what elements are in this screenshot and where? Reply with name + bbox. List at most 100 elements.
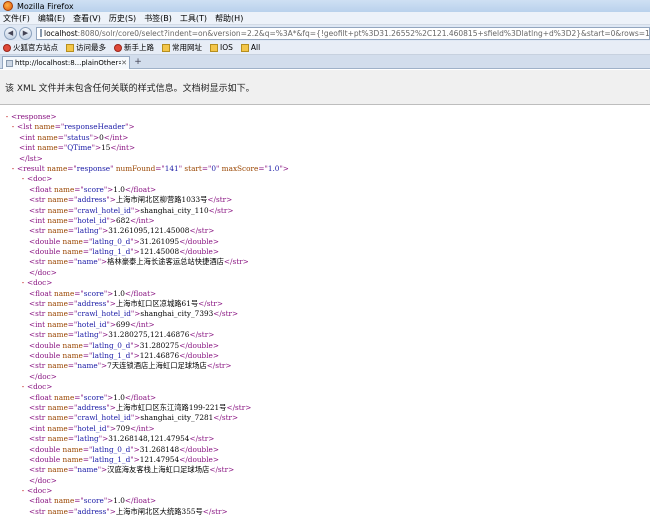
bookmark-firefox-official[interactable]: 火狐官方站点 — [3, 42, 58, 53]
xml-attr-name: name — [47, 309, 68, 319]
xml-line: <str name="latlng">31.268148,121.47954</… — [0, 434, 650, 444]
xml-tag: <str — [29, 413, 46, 423]
xml-tag: </int> — [129, 423, 155, 433]
xml-attr-name: name — [54, 392, 75, 402]
folder-icon — [66, 43, 74, 52]
xml-attr-name: name — [34, 122, 55, 132]
xml-line: - <doc> — [0, 382, 650, 392]
xml-tag: <double — [29, 454, 61, 464]
xml-attr-name: name — [47, 465, 68, 475]
xml-attr-name: name — [47, 423, 68, 433]
collapse-toggle-icon[interactable]: - — [9, 122, 17, 132]
xml-attr-value: crawl_hotel_id — [77, 309, 131, 319]
xml-attr-name: name — [62, 236, 83, 246]
xml-tag: <doc — [27, 278, 47, 288]
xml-tag: <doc — [27, 174, 47, 184]
xml-punct: > — [282, 163, 289, 173]
xml-tag: </str> — [213, 413, 239, 423]
xml-tag: </double> — [179, 247, 219, 257]
forward-button[interactable]: ▶ — [19, 26, 32, 40]
xml-punct: > — [128, 122, 135, 132]
bookmark-all[interactable]: All — [240, 43, 260, 52]
bookmark-label: 访问最多 — [76, 43, 106, 52]
collapse-toggle-icon[interactable]: - — [19, 382, 27, 392]
xml-attr-value: 141 — [164, 163, 179, 173]
xml-line: - <result name="response" numFound="141" … — [0, 164, 650, 174]
xml-line: <int name="hotel_id">699</int> — [0, 320, 650, 330]
xml-punct: =" — [67, 299, 78, 309]
menu-bookmarks[interactable]: 书签(B) — [144, 13, 172, 24]
xml-punct: =" — [67, 434, 78, 444]
url-bar[interactable]: localhost:8080/solr/core0/select?indent=… — [36, 26, 650, 40]
xml-tag: <str — [29, 205, 46, 215]
xml-attr-value: 1.0 — [267, 163, 280, 173]
bookmark-getting-started[interactable]: 新手上路 — [114, 42, 154, 53]
xml-tag: </double> — [179, 350, 219, 360]
xml-tag: </double> — [179, 340, 219, 350]
menu-history[interactable]: 历史(S) — [109, 13, 136, 24]
xml-line: <double name="latlng_1_d">121.47954</dou… — [0, 455, 650, 465]
xml-tag: <double — [29, 444, 61, 454]
menu-file[interactable]: 文件(F) — [3, 13, 30, 24]
xml-text-value: shanghai_city_7281 — [140, 413, 214, 423]
bookmark-ios[interactable]: IOS — [210, 43, 233, 52]
xml-tag: </str> — [189, 226, 215, 236]
collapse-toggle-icon[interactable]: - — [19, 278, 27, 288]
collapse-toggle-icon[interactable]: - — [9, 164, 17, 174]
xml-punct: =" — [54, 122, 65, 132]
xml-punct: =" — [67, 309, 78, 319]
menu-help[interactable]: 帮助(H) — [215, 13, 243, 24]
xml-tag: <float — [29, 184, 52, 194]
xml-tag: </float> — [124, 288, 157, 298]
xml-tag: <double — [29, 247, 61, 257]
tab-close-icon[interactable]: ✕ — [121, 59, 127, 67]
xml-attr-value: score — [83, 392, 104, 402]
url-host: localhost — [44, 28, 78, 38]
xml-line: <str name="crawl_hotel_id">shanghai_city… — [0, 309, 650, 319]
xml-line: <double name="latlng_1_d">121.45008</dou… — [0, 247, 650, 257]
page-icon — [40, 29, 42, 37]
xml-punct: =" — [155, 163, 165, 173]
xml-tag: </doc> — [29, 267, 57, 277]
xml-text-value: 1.0 — [113, 288, 125, 298]
xml-text-value: 121.46876 — [139, 350, 180, 360]
xml-tag: </doc> — [29, 371, 57, 381]
collapse-toggle-icon[interactable]: - — [19, 486, 27, 496]
menu-bar: 文件(F) 编辑(E) 查看(V) 历史(S) 书签(B) 工具(T) 帮助(H… — [0, 12, 650, 25]
xml-attr-name: name — [46, 163, 68, 173]
bookmark-common-sites[interactable]: 常用网址 — [162, 42, 202, 53]
xml-attr-value: latlng_0_d — [92, 236, 131, 246]
xml-tag: <response — [11, 112, 51, 121]
xml-tag: </lst> — [19, 153, 43, 163]
xml-attr-name: name — [54, 184, 75, 194]
menu-tools[interactable]: 工具(T) — [180, 13, 207, 24]
xml-tag: </double> — [179, 444, 219, 454]
xml-attr-name: numFound — [115, 163, 156, 173]
xml-line: <str name="name">汉庭海友客栈上海虹口足球场店</str> — [0, 465, 650, 475]
xml-text-value: 上海市闸北区大统路355号 — [115, 506, 203, 516]
back-button[interactable]: ◀ — [4, 26, 17, 40]
xml-line: </doc> — [0, 372, 650, 382]
xml-text-value: 31.268148,121.47954 — [108, 434, 190, 444]
bookmark-most-visited[interactable]: 访问最多 — [66, 42, 106, 53]
menu-edit[interactable]: 编辑(E) — [38, 13, 65, 24]
xml-punct: =" — [67, 330, 78, 340]
xml-attr-value: hotel_id — [77, 215, 107, 225]
xml-text-value: 上海市虹口区凉城路61号 — [115, 299, 199, 309]
xml-line: <int name="QTime">15</int> — [0, 143, 650, 153]
xml-punct: > — [46, 174, 53, 184]
new-tab-button[interactable]: + — [133, 57, 143, 67]
xml-line: - <lst name="responseHeader"> — [0, 122, 650, 132]
back-arrow-icon: ◀ — [7, 29, 14, 37]
xml-line: <str name="crawl_hotel_id">shanghai_city… — [0, 413, 650, 423]
xml-attr-name: name — [62, 454, 83, 464]
menu-view[interactable]: 查看(V) — [73, 13, 101, 24]
tab-active[interactable]: http://localhost:8...plainOther=&hl.fl= … — [2, 56, 130, 69]
xml-line: <str name="latlng">31.261095,121.45008</… — [0, 226, 650, 236]
firefox-logo-icon — [3, 1, 13, 11]
xml-attr-name: maxScore — [221, 163, 259, 173]
collapse-toggle-icon[interactable]: - — [3, 112, 11, 122]
xml-attr-value: address — [77, 299, 107, 309]
xml-attr-value: latlng — [77, 226, 99, 236]
collapse-toggle-icon[interactable]: - — [19, 174, 27, 184]
